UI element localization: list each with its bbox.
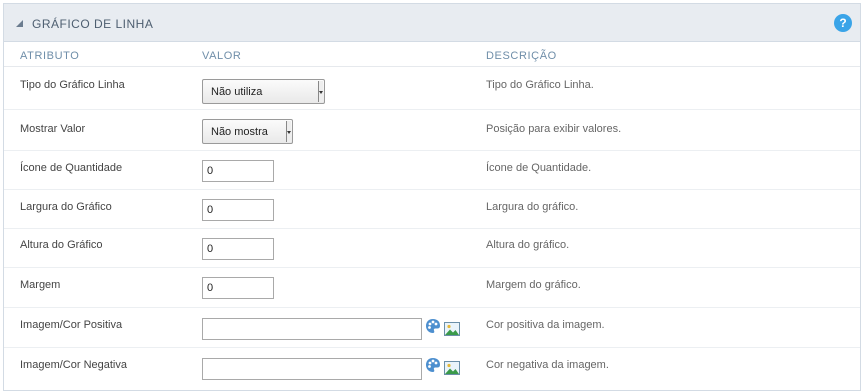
column-header-attribute: ATRIBUTO (20, 50, 80, 62)
column-header-description: DESCRIÇÃO (486, 50, 557, 62)
color-palette-icon[interactable] (425, 357, 441, 373)
row-description: Largura do gráfico. (486, 201, 579, 213)
table-row: Imagem/Cor Negativa Cor negativa da imag… (4, 348, 860, 388)
help-icon[interactable]: ? (834, 14, 852, 32)
row-description: Posição para exibir valores. (486, 123, 622, 135)
negative-color-input[interactable] (202, 358, 422, 380)
table-row: Tipo do Gráfico Linha Não utiliza Tipo d… (4, 67, 860, 110)
quantity-icon-input[interactable] (202, 160, 274, 182)
select-value: Não utiliza (211, 86, 263, 98)
margin-input[interactable] (202, 277, 274, 299)
row-description: Tipo do Gráfico Linha. (486, 79, 594, 91)
image-picker-icon[interactable] (444, 361, 460, 375)
column-header-value: VALOR (202, 50, 242, 62)
row-label: Altura do Gráfico (20, 239, 103, 251)
table-row: Largura do Gráfico Largura do gráfico. (4, 190, 860, 229)
chart-height-input[interactable] (202, 238, 274, 260)
row-label: Tipo do Gráfico Linha (20, 79, 125, 91)
color-palette-icon[interactable] (425, 318, 441, 334)
row-label: Margem (20, 279, 61, 291)
chart-type-select[interactable]: Não utiliza (202, 79, 325, 104)
table-row: Margem Margem do gráfico. (4, 268, 860, 308)
chevron-down-icon (318, 81, 323, 102)
table-row: Mostrar Valor Não mostra Posição para ex… (4, 110, 860, 151)
row-label: Ícone de Quantidade (20, 162, 123, 174)
panel-header[interactable]: GRÁFICO DE LINHA ? (4, 4, 860, 42)
row-label: Mostrar Valor (20, 123, 86, 135)
show-value-select[interactable]: Não mostra (202, 119, 293, 144)
select-value: Não mostra (211, 126, 268, 138)
collapse-caret-icon[interactable] (16, 20, 23, 27)
image-picker-icon[interactable] (444, 322, 460, 336)
row-description: Altura do gráfico. (486, 239, 570, 251)
row-label: Largura do Gráfico (20, 201, 112, 213)
row-description: Cor negativa da imagem. (486, 359, 609, 371)
row-description: Margem do gráfico. (486, 279, 581, 291)
row-label: Imagem/Cor Negativa (20, 359, 127, 371)
line-chart-panel: GRÁFICO DE LINHA ? ATRIBUTO VALOR DESCRI… (3, 3, 861, 391)
table-row: Imagem/Cor Positiva Cor positiva da imag… (4, 308, 860, 348)
chevron-down-icon (286, 121, 291, 142)
panel-title: GRÁFICO DE LINHA (32, 17, 154, 31)
row-description: Ícone de Quantidade. (486, 162, 592, 174)
table-row: Ícone de Quantidade Ícone de Quantidade. (4, 151, 860, 190)
table-row: Altura do Gráfico Altura do gráfico. (4, 229, 860, 268)
row-description: Cor positiva da imagem. (486, 319, 605, 331)
positive-color-input[interactable] (202, 318, 422, 340)
chart-width-input[interactable] (202, 199, 274, 221)
row-label: Imagem/Cor Positiva (20, 319, 123, 331)
